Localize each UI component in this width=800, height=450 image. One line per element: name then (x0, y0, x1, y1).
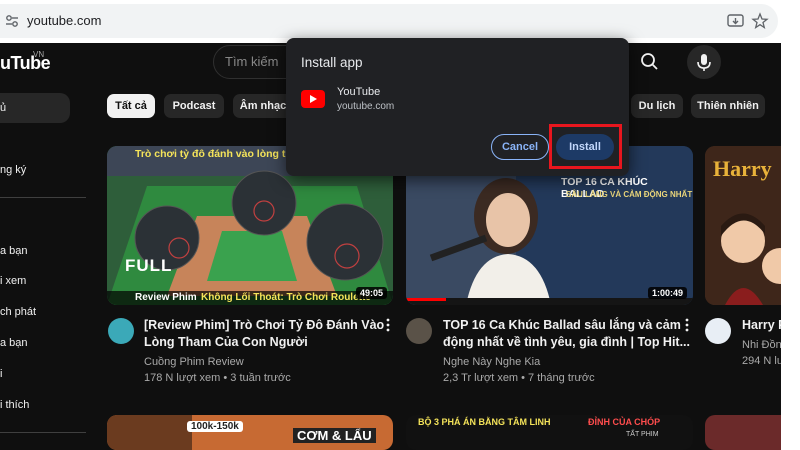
page-edge (781, 0, 800, 450)
chip-travel[interactable]: Du lịch (631, 94, 683, 118)
thumbnail-sub: TẤT PHIM (626, 431, 659, 438)
video-title-line[interactable]: Lòng Tham Của Con Người (144, 334, 308, 351)
star-icon[interactable] (751, 12, 769, 30)
sidebar-item-subscriptions[interactable]: ng ký (0, 164, 26, 176)
address-bar[interactable]: youtube.com (0, 4, 778, 38)
sidebar-active-bg (0, 93, 70, 123)
cancel-button[interactable]: Cancel (491, 134, 549, 160)
video-meta: 294 N lư (742, 355, 785, 367)
dish-label: CƠM & LẨU (293, 428, 376, 443)
video-title-line[interactable]: TOP 16 Ca Khúc Ballad sâu lắng và cảm (443, 317, 681, 334)
site-settings-icon[interactable] (4, 13, 20, 29)
sidebar-item-your-channel[interactable]: a bạn (0, 245, 28, 257)
chip-all[interactable]: Tất cả (107, 94, 155, 118)
video-duration: 1:00:49 (647, 287, 687, 299)
chip-music[interactable]: Âm nhạc (233, 94, 293, 118)
install-app-dialog: Install app YouTube youtube.com Cancel I… (286, 38, 629, 176)
more-vert-icon[interactable] (385, 318, 391, 332)
thumbnail-caption-top: Trò chơi tỷ đô đánh vào lòng tha (135, 148, 298, 160)
sidebar-item-playlists[interactable]: ch phát (0, 306, 36, 318)
highlight-annotation (549, 124, 622, 169)
search-placeholder: Tìm kiếm (225, 54, 279, 69)
channel-avatar[interactable] (406, 318, 432, 344)
thumbnail-headline: BỘ 3 PHÁ ÁN BẰNG TÂM LINH (418, 417, 551, 427)
thumbnail-word: Harry (713, 156, 772, 181)
video-meta: 2,3 Tr lượt xem • 7 tháng trước (443, 372, 595, 384)
app-name: YouTube (337, 86, 381, 98)
food-image (107, 415, 192, 450)
region-code: VN (33, 50, 45, 59)
video-thumbnail[interactable]: BỘ 3 PHÁ ÁN BẰNG TÂM LINH ĐỈNH CỦA CHÓP … (406, 415, 693, 450)
video-duration: 49:05 (355, 287, 387, 299)
more-vert-icon[interactable] (684, 318, 690, 332)
chip-podcast[interactable]: Podcast (164, 94, 224, 118)
thumbnail-subheading: SÂU LẮNG VÀ CẢM ĐỘNG NHẤT (566, 190, 693, 199)
sidebar-item-watch-later[interactable]: i (0, 368, 2, 380)
channel-name[interactable]: Nghe Này Nghe Kia (443, 356, 540, 368)
video-meta: 178 N lượt xem • 3 tuần trước (144, 372, 291, 384)
search-icon[interactable] (625, 45, 675, 79)
sidebar-item-liked[interactable]: i thích (0, 399, 29, 411)
channel-avatar[interactable] (108, 318, 134, 344)
video-title-line[interactable]: động nhất về tình yêu, gia đình | Top Hi… (443, 334, 690, 351)
thumbnail-caption-bottom: Review Phim (135, 292, 197, 303)
install-app-icon[interactable] (727, 13, 744, 29)
thumbnail-caption-bottom-highlight: Không Lối Thoát: Trò Chơi Roulette (201, 292, 371, 303)
dialog-title: Install app (301, 55, 363, 70)
url-text[interactable]: youtube.com (27, 13, 101, 29)
thumbnail-big-text: FULL (125, 256, 173, 275)
sidebar-item-your-videos[interactable]: a bạn (0, 337, 28, 349)
browser-toolbar: youtube.com (0, 0, 800, 43)
sidebar-item-home[interactable]: ủ (0, 102, 6, 114)
price-tag: 100k-150k (187, 421, 243, 432)
channel-avatar[interactable] (705, 318, 731, 344)
channel-name[interactable]: Cuồng Phim Review (144, 356, 244, 368)
mic-button[interactable] (687, 45, 721, 79)
youtube-app-icon (301, 90, 325, 108)
mic-icon (697, 54, 711, 71)
chip-nature[interactable]: Thiên nhiên (691, 94, 765, 118)
video-title-line[interactable]: [Review Phim] Trò Chơi Tỷ Đô Đánh Vào (144, 317, 384, 334)
sidebar-divider (0, 432, 86, 433)
app-url: youtube.com (337, 101, 395, 112)
sidebar-divider (0, 197, 86, 198)
video-thumbnail[interactable]: 100k-150k CƠM & LẨU (107, 415, 393, 450)
sidebar-item-history[interactable]: i xem (0, 275, 26, 287)
thumbnail-headline-highlight: ĐỈNH CỦA CHÓP (588, 417, 661, 427)
